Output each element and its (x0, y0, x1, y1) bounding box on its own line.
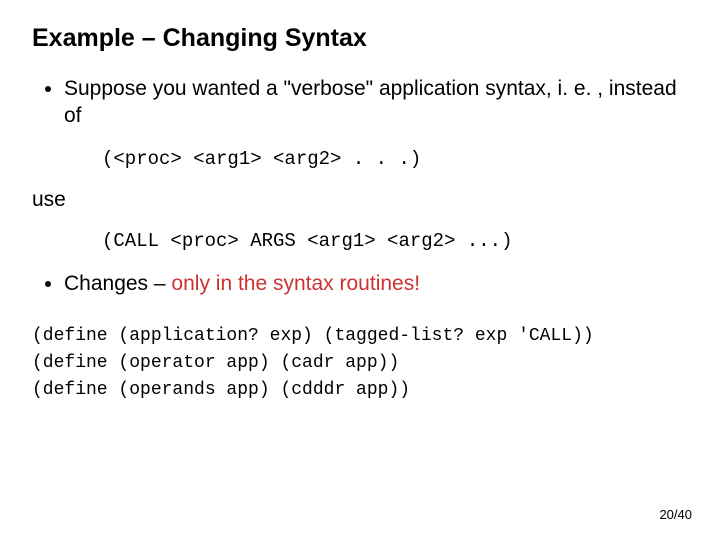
bullet-list-2: Changes – only in the syntax routines! (40, 270, 688, 297)
bullet-changes-pre: Changes – (64, 272, 171, 295)
bullet-suppose: Suppose you wanted a "verbose" applicati… (64, 75, 688, 130)
use-label: use (32, 188, 688, 212)
bullet-list-1: Suppose you wanted a "verbose" applicati… (40, 75, 688, 130)
bullet-changes: Changes – only in the syntax routines! (64, 270, 688, 297)
page-number: 20/40 (659, 507, 692, 522)
code-defines: (define (application? exp) (tagged-list?… (32, 323, 688, 404)
slide: Example – Changing Syntax Suppose you wa… (0, 0, 720, 540)
slide-title: Example – Changing Syntax (32, 24, 688, 53)
code-old-syntax: (<proc> <arg1> <arg2> . . .) (102, 148, 688, 170)
bullet-changes-accent: only in the syntax routines! (171, 272, 420, 295)
code-new-syntax: (CALL <proc> ARGS <arg1> <arg2> ...) (102, 230, 688, 252)
